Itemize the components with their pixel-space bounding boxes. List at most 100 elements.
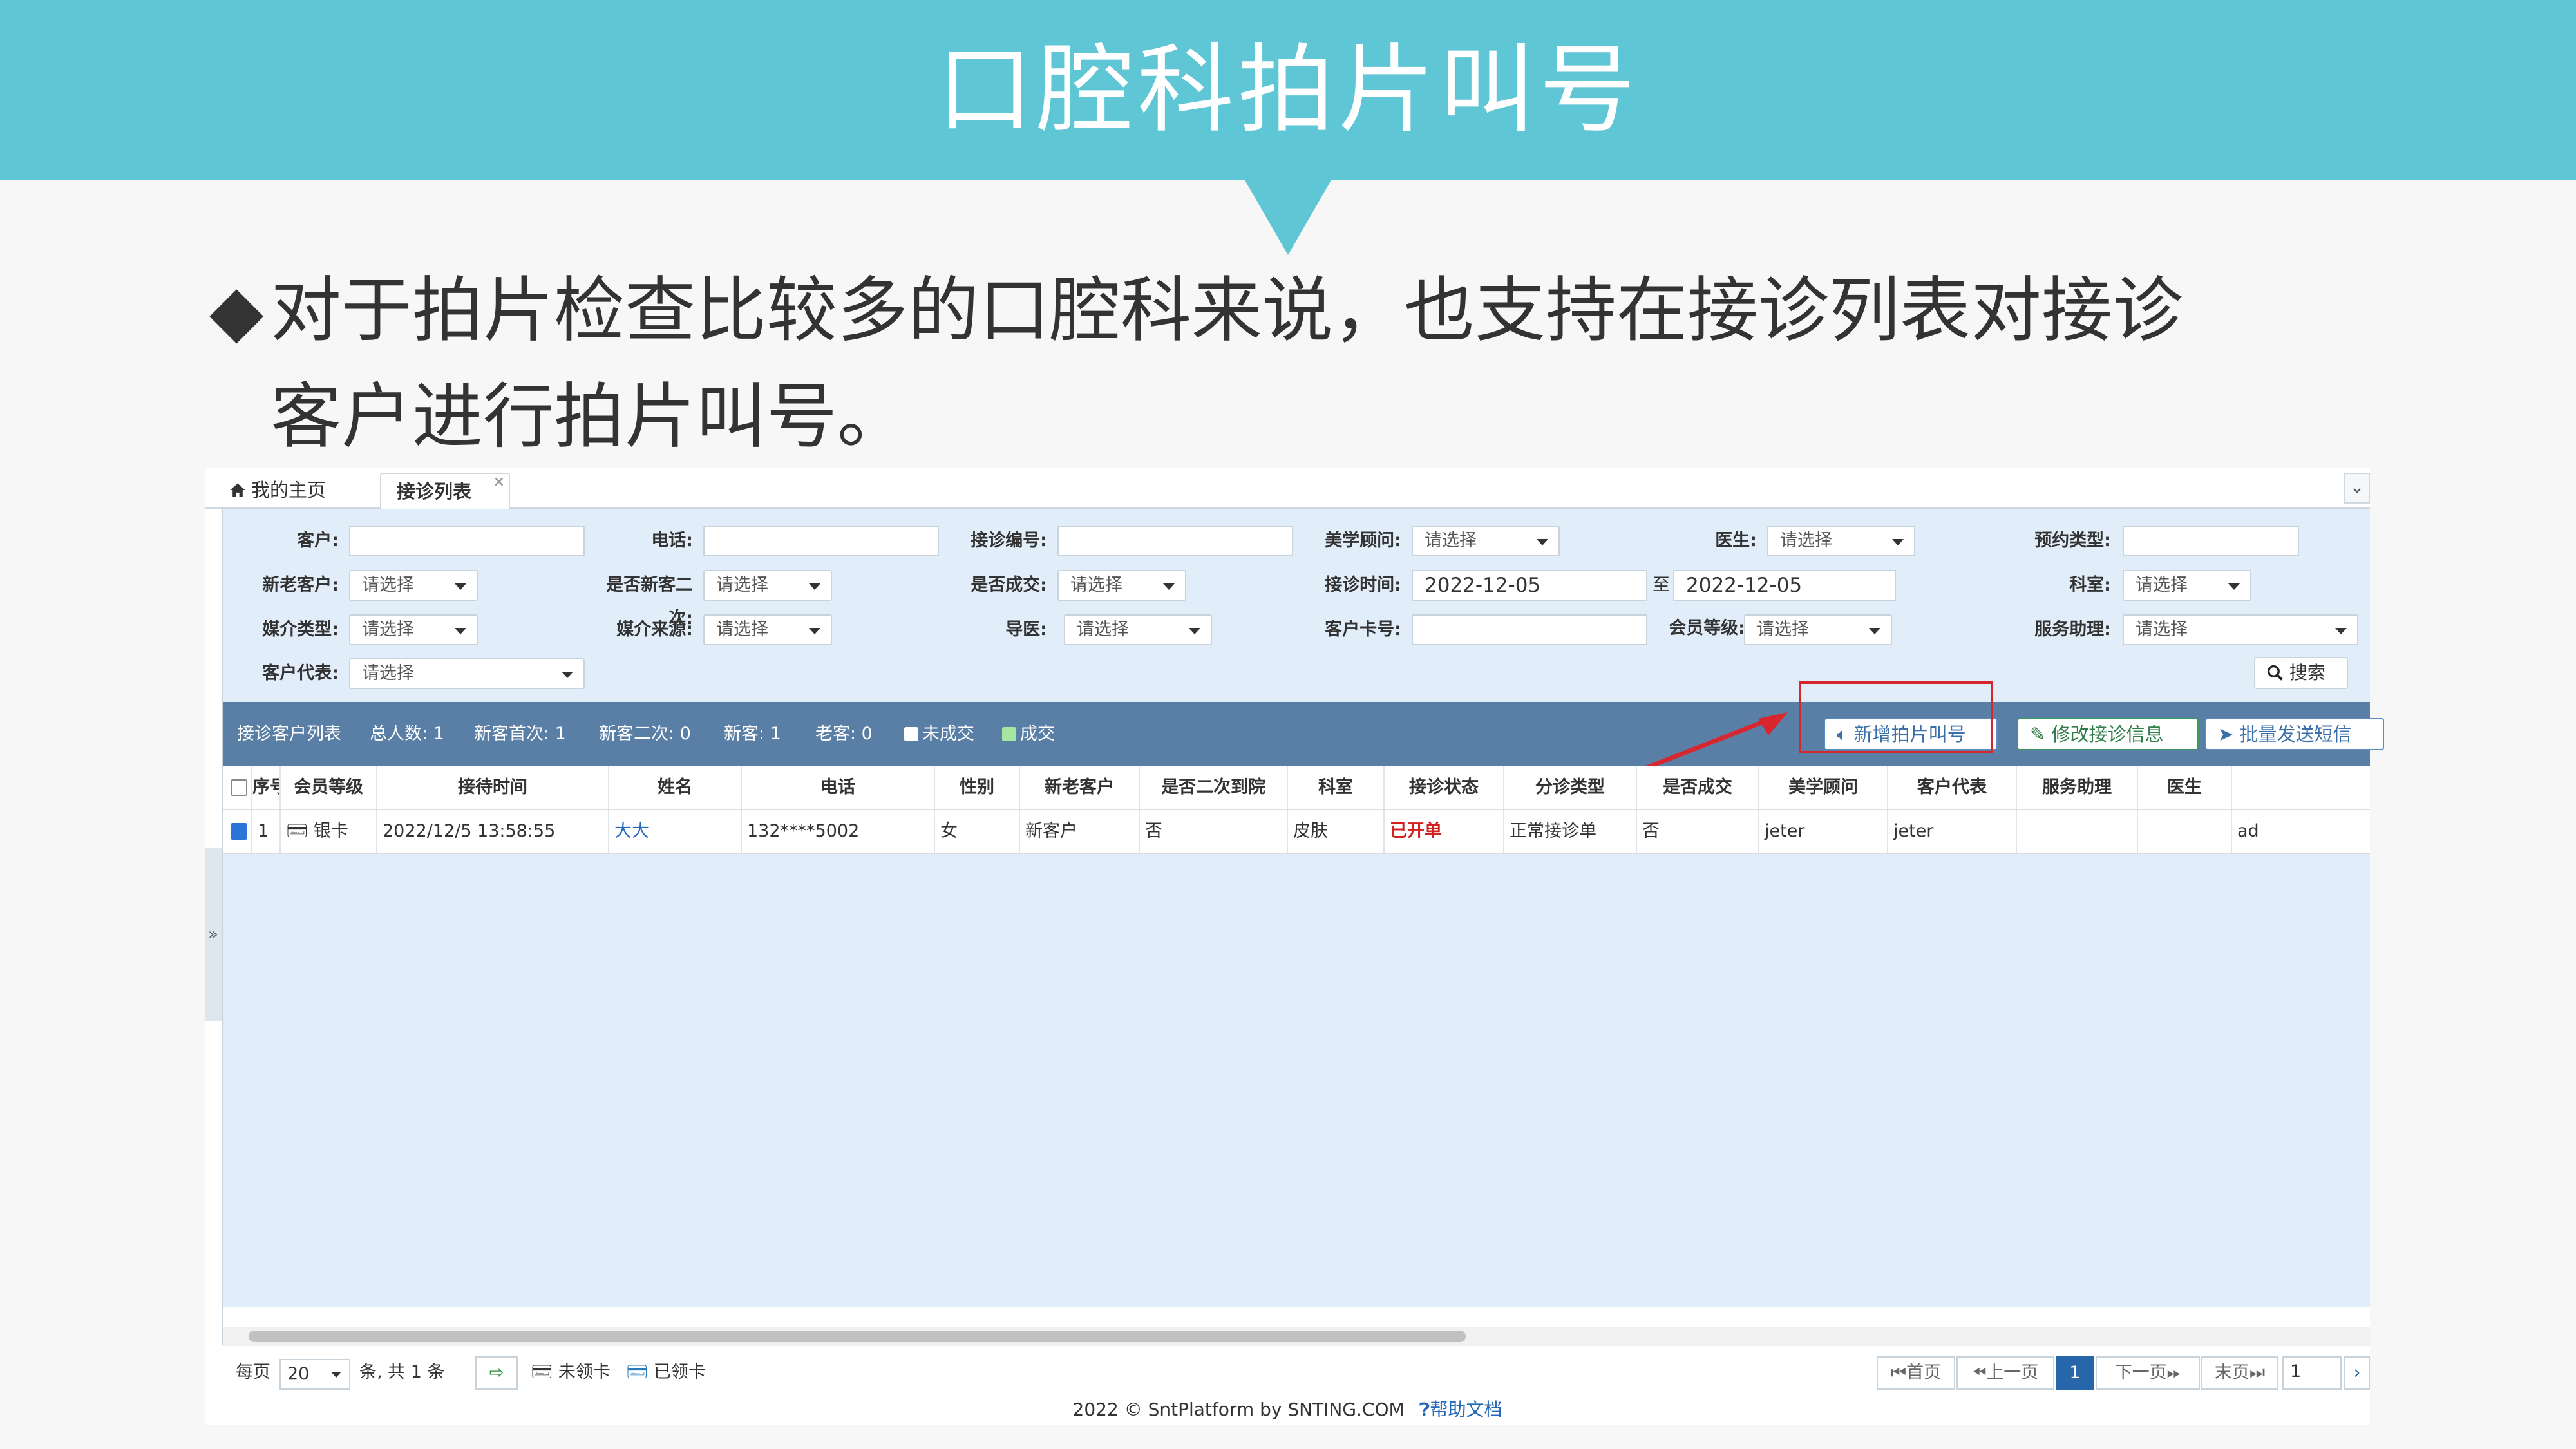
rep-select[interactable]: 请选择: [349, 658, 585, 689]
last-page-button[interactable]: 末页⏭︎: [2201, 1356, 2278, 1390]
second-visit-select[interactable]: 请选择: [703, 570, 832, 601]
card-no-label: 客户卡号:: [1325, 620, 1401, 639]
deal-select[interactable]: 请选择: [1057, 570, 1186, 601]
tab-home-label: 我的主页: [251, 479, 327, 501]
help-icon: ❓︎: [1419, 1399, 1430, 1420]
select-all-checkbox[interactable]: [231, 779, 247, 796]
media-type-select[interactable]: 请选择: [349, 614, 478, 645]
customer-input[interactable]: [349, 526, 585, 556]
appt-type-input[interactable]: [2123, 526, 2299, 556]
go-page-icon[interactable]: ›: [2344, 1356, 2370, 1390]
list-title: 接诊客户列表: [237, 724, 341, 744]
edit-visit-button[interactable]: ✎ 修改接诊信息: [2017, 718, 2199, 750]
new-count: 新客: 1: [724, 724, 781, 744]
second-visit-count: 新客二次: 0: [599, 724, 691, 744]
close-icon[interactable]: ×: [493, 465, 505, 500]
caret-down-icon: [455, 628, 466, 634]
member-level-label: 会员等级:: [1669, 618, 1745, 638]
media-source-label: 媒介来源:: [616, 620, 693, 639]
col-header[interactable]: 科室: [1288, 766, 1385, 809]
filter-panel: 客户: 电话: 接诊编号: 美学顾问: 请选择 医生: 请选择 预约类型: 新老…: [223, 509, 2370, 702]
diamond-bullet-icon: ◆: [209, 269, 264, 352]
grid-header: 序号 会员等级 接待时间 姓名 电话 性别 新老客户 是否二次到院 科室 接诊状…: [223, 766, 2370, 810]
phone-input[interactable]: [703, 526, 939, 556]
col-header[interactable]: 接待时间: [377, 766, 609, 809]
col-header[interactable]: 医生: [2138, 766, 2232, 809]
card-no-input[interactable]: [1412, 614, 1647, 645]
first-page-button[interactable]: ⏮︎首页: [1877, 1356, 1955, 1390]
first-icon: ⏮︎: [1890, 1363, 1907, 1383]
col-header[interactable]: 客户代表: [1888, 766, 2017, 809]
tab-home[interactable]: 我的主页: [214, 473, 341, 507]
date-from-input[interactable]: 2022-12-05: [1412, 570, 1647, 601]
visit-no-input[interactable]: [1057, 526, 1293, 556]
col-header[interactable]: 是否二次到院: [1140, 766, 1288, 809]
export-icon[interactable]: ⇨: [475, 1356, 518, 1390]
col-header[interactable]: 性别: [935, 766, 1020, 809]
caret-down-icon: [2228, 583, 2240, 590]
caret-down-icon: [331, 1372, 341, 1378]
table-row[interactable]: 1 💳︎ 银卡 2022/12/5 13:58:55 大大 132****500…: [223, 810, 2370, 854]
col-header[interactable]: 姓名: [609, 766, 742, 809]
caret-down-icon: [1163, 583, 1175, 590]
assistant-select[interactable]: 请选择: [2123, 614, 2358, 645]
search-button-label: 搜索: [2289, 662, 2325, 683]
cell-new-old: 新客户: [1020, 810, 1140, 853]
search-button[interactable]: 搜索: [2254, 657, 2348, 689]
cell-phone: 132****5002: [742, 810, 935, 853]
col-header[interactable]: 服务助理: [2017, 766, 2138, 809]
visit-no-label: 接诊编号:: [971, 531, 1047, 551]
cell-consultant: jeter: [1759, 810, 1888, 853]
pagination-bar: 每页 20 条, 共 1 条 ⇨ 💳︎ 未领卡 💳︎ 已领卡 ⏮︎首页 ⏪︎上一…: [223, 1350, 2370, 1395]
next-icon: ⏩︎: [2166, 1363, 2181, 1383]
cell-dept: 皮肤: [1288, 810, 1385, 853]
cell-name-link[interactable]: 大大: [609, 810, 742, 853]
guide-select[interactable]: 请选择: [1064, 614, 1212, 645]
total-count: 总人数: 1: [370, 724, 444, 744]
prev-page-button[interactable]: ⏪︎上一页: [1956, 1356, 2054, 1390]
bullet-line-1: 对于拍片检查比较多的口腔科来说，也支持在接诊列表对接诊: [270, 269, 2183, 352]
row-checkbox[interactable]: [231, 823, 247, 840]
new-old-select[interactable]: 请选择: [349, 570, 478, 601]
col-header[interactable]: 会员等级: [281, 766, 377, 809]
date-to-input[interactable]: 2022-12-05: [1673, 570, 1896, 601]
horizontal-scrollbar[interactable]: [223, 1327, 2370, 1346]
media-source-select[interactable]: 请选择: [703, 614, 832, 645]
slide-title: 口腔科拍片叫号: [936, 34, 1640, 146]
visit-grid: 序号 会员等级 接待时间 姓名 电话 性别 新老客户 是否二次到院 科室 接诊状…: [223, 766, 2370, 1307]
card-icon: 💳︎: [626, 1362, 654, 1382]
col-header[interactable]: 新老客户: [1020, 766, 1140, 809]
caret-down-icon: [1537, 539, 1548, 545]
cell-second-visit: 否: [1140, 810, 1288, 853]
help-link[interactable]: ❓︎帮助文档: [1419, 1399, 1502, 1420]
cell-gender: 女: [935, 810, 1020, 853]
current-page-button[interactable]: 1: [2056, 1356, 2094, 1390]
send-icon: ➤: [2218, 723, 2240, 745]
page-size-select[interactable]: 20: [279, 1359, 350, 1390]
old-count: 老客: 0: [815, 724, 873, 744]
caret-down-icon: [1189, 628, 1200, 634]
col-header[interactable]: 分诊类型: [1504, 766, 1637, 809]
scrollbar-thumb[interactable]: [249, 1331, 1466, 1342]
col-header[interactable]: 美学顾问: [1759, 766, 1888, 809]
cell-member-level: 💳︎ 银卡: [281, 810, 377, 853]
col-header[interactable]: 电话: [742, 766, 935, 809]
chevron-down-icon[interactable]: ⌄: [2344, 473, 2370, 504]
dept-select[interactable]: 请选择: [2123, 570, 2251, 601]
consultant-select[interactable]: 请选择: [1412, 526, 1560, 556]
new-old-label: 新老客户:: [262, 575, 339, 595]
send-sms-button[interactable]: ➤ 批量发送短信: [2205, 718, 2384, 750]
expand-sidebar-handle[interactable]: »: [205, 848, 222, 1021]
member-level-select[interactable]: 请选择: [1744, 614, 1892, 645]
cell-reception-time: 2022/12/5 13:58:55: [377, 810, 609, 853]
next-page-button[interactable]: 下一页⏩︎: [2096, 1356, 2200, 1390]
bullet-line-2: 客户进行拍片叫号。: [270, 375, 908, 458]
caret-down-icon: [1869, 628, 1880, 634]
header-checkbox-cell: [223, 766, 252, 809]
goto-page-input[interactable]: 1: [2282, 1356, 2342, 1390]
col-header[interactable]: 接诊状态: [1385, 766, 1504, 809]
col-header[interactable]: 是否成交: [1637, 766, 1759, 809]
col-header[interactable]: 序号: [252, 766, 281, 809]
doctor-select[interactable]: 请选择: [1767, 526, 1915, 556]
tab-visit-list[interactable]: 接诊列表 ×: [380, 473, 510, 510]
